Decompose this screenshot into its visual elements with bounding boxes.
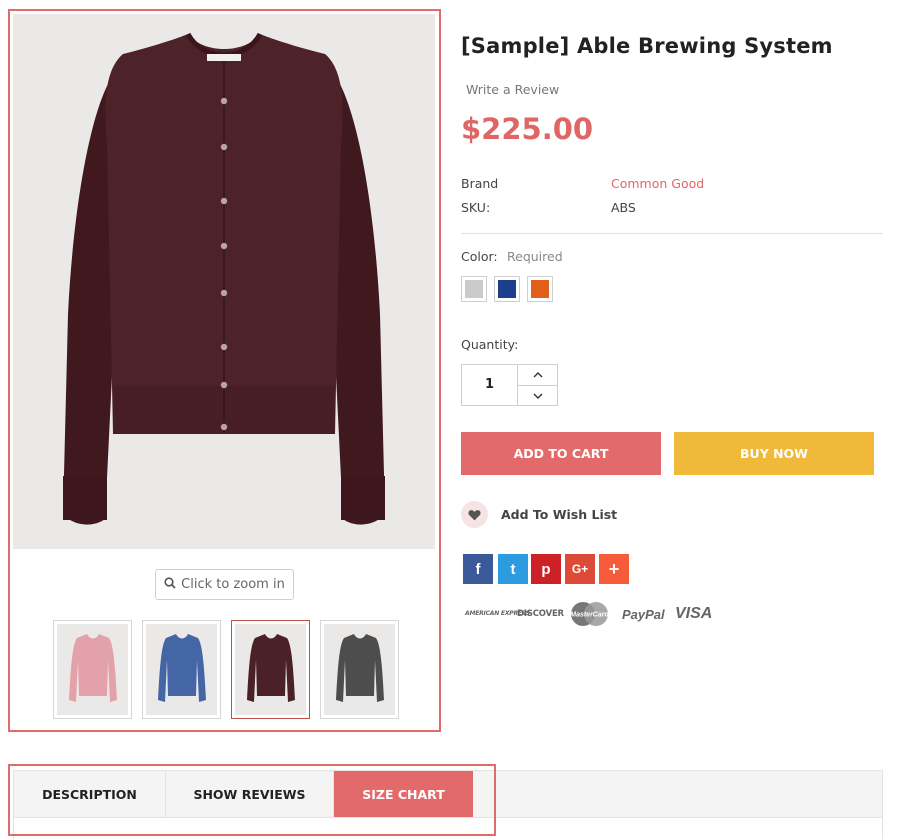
sku-value: ABS bbox=[611, 200, 636, 215]
twitter-share-button[interactable]: t bbox=[498, 554, 528, 584]
divider bbox=[461, 233, 883, 234]
discover-icon: DISCOVER bbox=[517, 609, 564, 619]
google-plus-share-button[interactable]: G+ bbox=[565, 554, 595, 584]
brand-link[interactable]: Common Good bbox=[611, 176, 704, 191]
thumbnail-pink[interactable] bbox=[53, 620, 132, 719]
chevron-up-icon bbox=[533, 372, 542, 378]
facebook-share-button[interactable]: f bbox=[463, 554, 493, 584]
color-label: Color: bbox=[461, 249, 498, 264]
brand-label: Brand bbox=[461, 176, 499, 191]
mastercard-icon: MasterCard bbox=[569, 601, 610, 627]
swatch-blue[interactable] bbox=[494, 276, 520, 302]
more-share-button[interactable]: + bbox=[599, 554, 629, 584]
sku-label: SKU: bbox=[461, 200, 491, 215]
tabs-highlight-frame bbox=[8, 764, 496, 836]
product-price: $225.00 bbox=[461, 112, 594, 146]
paypal-icon: PayPal bbox=[622, 606, 665, 622]
plus-icon: + bbox=[608, 558, 620, 579]
mastercard-text: MasterCard bbox=[570, 612, 609, 619]
zoom-label: Click to zoom in bbox=[181, 577, 285, 592]
swatch-grey[interactable] bbox=[461, 276, 487, 302]
google-plus-icon: G+ bbox=[571, 562, 589, 576]
main-product-image[interactable] bbox=[13, 14, 435, 549]
swatch-orange[interactable] bbox=[527, 276, 553, 302]
buy-now-button[interactable]: BUY NOW bbox=[674, 432, 874, 475]
heart-icon[interactable] bbox=[461, 501, 488, 528]
pinterest-share-button[interactable]: p bbox=[531, 554, 561, 584]
chevron-down-icon bbox=[533, 393, 542, 399]
add-to-wishlist-link[interactable]: Add To Wish List bbox=[501, 507, 617, 522]
quantity-decrease-button[interactable] bbox=[518, 386, 557, 406]
quantity-stepper: 1 bbox=[461, 364, 558, 406]
thumbnail-burgundy[interactable] bbox=[231, 620, 310, 719]
color-required-note: Required bbox=[507, 249, 563, 264]
quantity-input[interactable]: 1 bbox=[462, 365, 517, 405]
visa-icon: VISA bbox=[675, 605, 713, 622]
twitter-icon: t bbox=[510, 560, 516, 578]
search-icon bbox=[164, 576, 176, 593]
thumbnail-blue[interactable] bbox=[142, 620, 221, 719]
thumbnail-grey[interactable] bbox=[320, 620, 399, 719]
product-title: [Sample] Able Brewing System bbox=[461, 34, 833, 58]
add-to-cart-button[interactable]: ADD TO CART bbox=[461, 432, 661, 475]
quantity-increase-button[interactable] bbox=[518, 365, 557, 385]
facebook-icon: f bbox=[475, 560, 481, 578]
write-review-link[interactable]: Write a Review bbox=[466, 82, 559, 97]
quantity-label: Quantity: bbox=[461, 337, 519, 352]
zoom-button[interactable]: Click to zoom in bbox=[155, 569, 294, 600]
pinterest-icon: p bbox=[541, 560, 551, 578]
